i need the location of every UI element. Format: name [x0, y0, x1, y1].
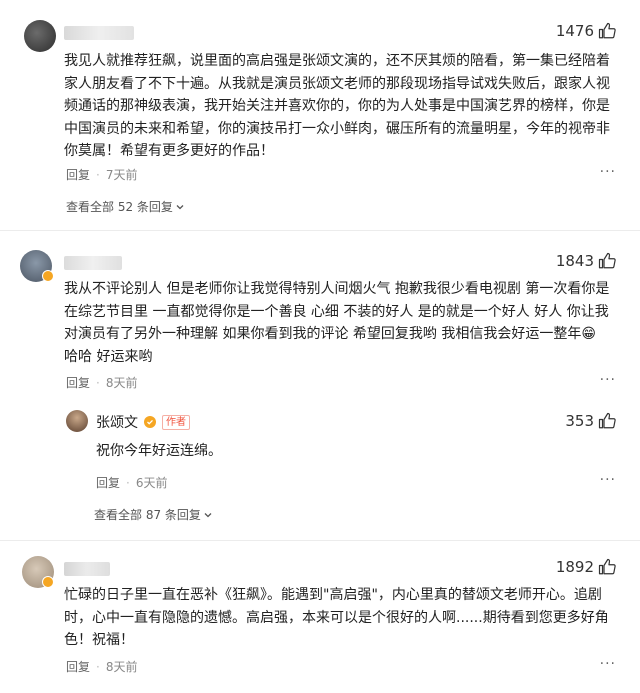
more-options-button[interactable]: ···: [600, 372, 616, 388]
like-button[interactable]: 1843: [556, 252, 616, 270]
timestamp: 8天前: [105, 376, 138, 390]
like-count: 353: [565, 412, 594, 430]
timestamp: 8天前: [105, 660, 138, 674]
thumb-up-icon: [598, 412, 616, 429]
separator-dot: ·: [96, 375, 100, 390]
chevron-down-icon: [204, 512, 212, 517]
comment-line: 哈哈 好运来哟: [64, 348, 153, 365]
username-blurred[interactable]: [64, 26, 134, 40]
verified-badge-icon: [42, 576, 54, 588]
comment-text: 我见人就推荐狂飙，说里面的高启强是张颂文演的，还不厌其烦的陪看，第一集已经陪着 …: [64, 50, 624, 163]
comment-line: 忙碌的日子里一直在恶补《狂飙》。能遇到"高启强"，内心里真的替颂文老师开心。追剧: [64, 587, 602, 603]
comment-meta: 回复 · 8天前: [66, 658, 137, 675]
comment-line: 我见人就推荐狂飙，说里面的高启强是张颂文演的，还不厌其烦的陪看，第一集已经陪着: [64, 53, 610, 69]
view-all-label: 查看全部 87 条回复: [94, 508, 201, 522]
separator-dot: ·: [126, 475, 130, 490]
view-all-label: 查看全部 52 条回复: [66, 200, 173, 214]
author-avatar[interactable]: [66, 410, 88, 432]
reply-button[interactable]: 回复: [66, 166, 90, 183]
timestamp: 6天前: [135, 476, 168, 490]
timestamp: 7天前: [105, 168, 138, 182]
reply-button[interactable]: 回复: [66, 374, 90, 391]
comment-text: 我从不评论别人 但是老师你让我觉得特别人间烟火气 抱歉我很少看电视剧 第一次看你…: [64, 278, 624, 368]
verified-badge-icon: [42, 270, 54, 282]
more-options-button[interactable]: ···: [600, 472, 616, 488]
author-name-row: 张颂文 作者: [96, 412, 190, 432]
avatar[interactable]: [24, 20, 56, 52]
comment-meta: 回复 · 7天前: [66, 166, 137, 183]
username-blurred[interactable]: [64, 562, 110, 576]
author-name[interactable]: 张颂文: [96, 412, 138, 432]
like-count: 1476: [555, 22, 594, 40]
thumb-up-icon: [598, 22, 616, 39]
comment-line: 我从不评论别人 但是老师你让我觉得特别人间烟火气 抱歉我很少看电视剧 第一次看你…: [64, 281, 610, 297]
comment-line: 你莫属！希望有更多更好的作品！: [64, 143, 274, 159]
divider: [0, 230, 640, 231]
comment-meta: 回复 · 8天前: [66, 374, 137, 391]
comment-line: 对演员有了另外一种理解 如果你看到我的评论 希望回复我哟 我相信我会好运一整年😁: [64, 326, 596, 342]
reply-meta: 回复 · 6天前: [96, 474, 167, 491]
divider: [0, 540, 640, 541]
reply-text: 祝你今年好运连绵。: [96, 443, 222, 459]
more-options-button[interactable]: ···: [600, 656, 616, 672]
author-tag: 作者: [162, 414, 190, 430]
more-options-button[interactable]: ···: [600, 164, 616, 180]
comment-line: 家人朋友看了不下十遍。从我就是演员张颂文老师的那段现场指导试戏失败后，跟家人视: [64, 75, 610, 92]
comment-line: 在综艺节目里 一直都觉得你是一个善良 心细 不装的好人 是的就是一个好人 好人 …: [64, 303, 609, 320]
reply-like-button[interactable]: 353: [565, 412, 616, 430]
comment-line: 中国演员的未来和希望，你的演技吊打一众小鲜肉，碾压所有的流量明星，今年的视帝非: [64, 120, 610, 137]
reply-button[interactable]: 回复: [66, 658, 90, 675]
reply-button[interactable]: 回复: [96, 474, 120, 491]
comment-line: 色！祝福！: [64, 632, 134, 648]
comment-line: 频通话的那神级表演，我开始关注并喜欢你的，你的为人处事是中国演艺界的榜样，你是: [64, 98, 610, 114]
like-button[interactable]: 1892: [556, 558, 616, 576]
verified-badge-icon: [144, 416, 156, 428]
username-blurred[interactable]: [64, 256, 122, 270]
comment-text: 忙碌的日子里一直在恶补《狂飙》。能遇到"高启强"，内心里真的替颂文老师开心。追剧…: [64, 584, 624, 652]
like-count: 1892: [555, 558, 594, 576]
thumb-up-icon: [598, 252, 616, 269]
like-button[interactable]: 1476: [556, 22, 616, 40]
comment-line: 时，心中一直有隐隐的遗憾。高启强，本来可以是个很好的人啊......期待看到您更…: [64, 609, 609, 626]
view-all-replies-link[interactable]: 查看全部 52 条回复: [66, 198, 185, 215]
separator-dot: ·: [96, 659, 100, 674]
separator-dot: ·: [96, 167, 100, 182]
view-all-replies-link[interactable]: 查看全部 87 条回复: [94, 506, 213, 523]
thumb-up-icon: [598, 558, 616, 575]
like-count: 1843: [555, 252, 594, 270]
chevron-down-icon: [176, 204, 184, 209]
